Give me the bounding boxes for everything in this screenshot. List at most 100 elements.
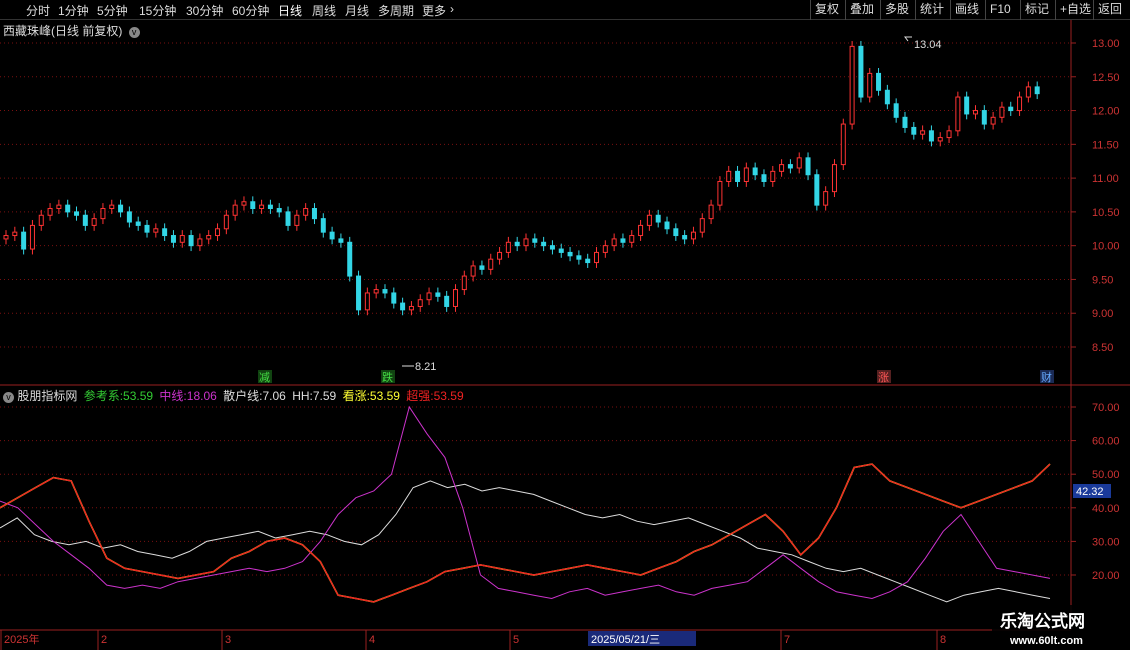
candle-body (461, 275, 467, 291)
chart-area[interactable]: 13.00 12.50 12.00 11.50 11.00 10.50 10.00 9.50 9… (0, 20, 1130, 650)
candle-body (585, 258, 591, 264)
candle-body (946, 130, 952, 139)
candle-body (285, 211, 291, 226)
candle-body (153, 228, 159, 233)
candle-body (470, 265, 476, 277)
candle-body (135, 221, 141, 226)
marker-rise[interactable]: 涨 (878, 371, 889, 384)
high-annotation: 13.04 (904, 36, 942, 51)
price-tick-label: 11.50 (1092, 139, 1119, 151)
tab-monthly[interactable]: 月线 (345, 2, 369, 19)
indicator-tick-label: 50.00 (1092, 469, 1120, 481)
candle-body (47, 208, 53, 216)
candle-body (682, 235, 688, 240)
statistics-button[interactable]: 统计 (915, 0, 948, 20)
date-label: 2025年 (4, 632, 39, 646)
candle-body (532, 238, 538, 243)
candle-body (21, 231, 27, 250)
price-tick-label: 10.50 (1092, 207, 1120, 219)
candle-body (928, 130, 934, 142)
candle-body (320, 218, 326, 233)
candle-body (215, 228, 221, 237)
candle-body (356, 275, 362, 311)
candle-body (823, 191, 829, 206)
event-markers: 减 跌 涨 财 (258, 370, 1054, 384)
add-watchlist-button[interactable]: +自选 (1055, 0, 1095, 20)
candle-body (752, 167, 758, 176)
current-value-badge: 42.32 (1073, 484, 1111, 498)
candle-body (338, 238, 344, 243)
candle-body (373, 289, 379, 294)
candle-body (876, 72, 882, 91)
candle-body (655, 214, 661, 223)
date-axis: 2025年 2 3 4 5 2025/05/21/三 7 8 (0, 630, 946, 650)
candle-body (188, 235, 194, 247)
candle-body (267, 204, 273, 210)
candle-body (391, 292, 397, 304)
indicator-gridlines (0, 406, 1071, 576)
candle-body (884, 89, 890, 105)
candle-body (505, 241, 511, 253)
period-toolbar: 分时 1分钟 5分钟 15分钟 30分钟 60分钟 日线 周线 月线 多周期 更… (0, 0, 1130, 20)
candle-body (259, 204, 265, 210)
tab-1min[interactable]: 1分钟 (58, 2, 89, 19)
tab-15min[interactable]: 15分钟 (139, 2, 176, 19)
tab-daily[interactable]: 日线 (278, 2, 302, 19)
tab-more[interactable]: 更多 (422, 2, 446, 19)
candle-body (170, 235, 176, 243)
candle-body (858, 45, 864, 98)
overlay-button[interactable]: 叠加 (845, 0, 878, 20)
watermark-title: 乐淘公式网 (1000, 611, 1085, 631)
candle-body (638, 224, 644, 237)
back-button[interactable]: 返回 (1093, 0, 1126, 20)
candle-body (162, 228, 168, 237)
indicator-lines (0, 405, 1051, 603)
price-axis: 13.00 12.50 12.00 11.50 11.00 10.50 10.00 9.50 9… (1071, 38, 1120, 354)
candle-body (779, 164, 785, 172)
candle-body (126, 211, 132, 223)
tab-weekly[interactable]: 周线 (312, 2, 336, 19)
candle-body (74, 211, 80, 216)
candle-body (179, 235, 185, 243)
tab-30min[interactable]: 30分钟 (186, 2, 223, 19)
price-tick-label: 12.00 (1092, 106, 1120, 118)
marker-reduce[interactable]: 减 (259, 371, 270, 384)
price-tick-label: 10.00 (1092, 241, 1120, 253)
tab-5min[interactable]: 5分钟 (97, 2, 128, 19)
candle-body (620, 238, 626, 243)
candle-body (488, 258, 494, 270)
candle-body (541, 241, 547, 247)
price-tick-label: 13.00 (1092, 38, 1120, 50)
tab-intraday[interactable]: 分时 (26, 2, 50, 19)
marker-drop[interactable]: 跌 (382, 370, 393, 384)
candle-body (867, 72, 873, 98)
candle-body (206, 235, 212, 240)
candle-body (972, 110, 978, 115)
candle-body (840, 123, 846, 166)
f10-button[interactable]: F10 (985, 0, 1015, 20)
marker-finance[interactable]: 财 (1041, 370, 1052, 384)
price-tick-label: 8.50 (1092, 342, 1113, 354)
candle-body (558, 248, 564, 253)
date-label: 7 (784, 634, 790, 646)
chevron-right-icon[interactable]: › (450, 2, 454, 16)
draw-line-button[interactable]: 画线 (950, 0, 983, 20)
candle-body (690, 231, 696, 240)
mark-button[interactable]: 标记 (1020, 0, 1053, 20)
adjust-button[interactable]: 复权 (810, 0, 843, 20)
candle-body (1034, 86, 1040, 95)
watermark: 乐淘公式网 www.60lt.com (992, 605, 1108, 650)
current-value-text: 42.32 (1076, 486, 1104, 498)
candle-body (576, 255, 582, 260)
tab-multi-period[interactable]: 多周期 (378, 2, 414, 19)
candle-body (232, 204, 238, 216)
candle-body (82, 214, 88, 226)
candle-body (347, 241, 353, 277)
candle-body (699, 218, 705, 233)
tab-60min[interactable]: 60分钟 (232, 2, 269, 19)
strong-line (0, 463, 1051, 603)
multi-stock-button[interactable]: 多股 (880, 0, 913, 20)
candle-body (629, 235, 635, 243)
date-label: 2 (101, 634, 107, 646)
candle-body (417, 299, 423, 307)
